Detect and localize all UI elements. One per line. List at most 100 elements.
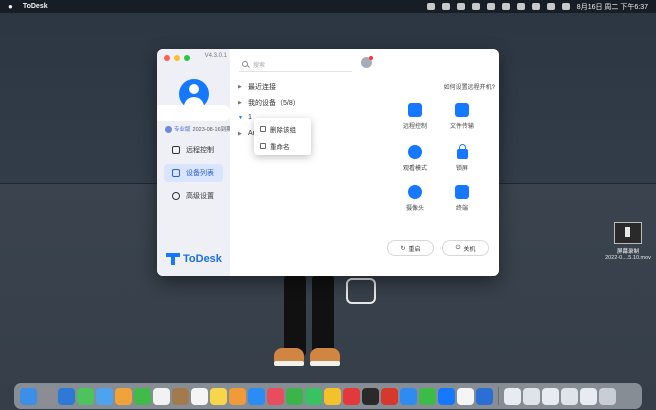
calendar-icon[interactable] [153,387,170,405]
wallpaper-leg [312,276,334,356]
membership-info: 专业版 2023-08-16到期 [165,125,232,133]
facetime-icon[interactable] [134,387,151,405]
camera-icon [408,185,422,199]
notification-icon[interactable] [361,56,373,68]
wechat-icon[interactable] [441,3,450,10]
remote-control-icon [408,103,422,117]
app-store-icon[interactable] [248,387,265,405]
restart-label: 重启 [408,246,421,253]
recent-doc-icon[interactable] [504,387,521,405]
menu-bar: ● ToDesk 8月16日 周二 下午6:37 [0,0,656,13]
menu-bar-status: 8月16日 周二 下午6:37 [426,0,648,13]
recent-doc-icon[interactable] [542,387,559,405]
apple-menu-icon[interactable]: ● [8,2,13,11]
wallpaper-sole [274,361,304,366]
chevron-down-icon: ▼ [238,114,243,121]
trash-icon[interactable] [599,387,616,405]
restart-button[interactable]: ↻ 重启 [387,240,434,256]
todesk-dock-icon[interactable] [438,387,455,405]
camera-app-icon[interactable] [362,387,379,405]
minimize-window-button[interactable] [174,55,180,61]
menu-app-name[interactable]: ToDesk [23,3,48,10]
nav-advanced-settings[interactable]: 高级设置 [164,187,223,205]
lock-icon [456,144,468,159]
member-tag: 专业版 [174,127,191,133]
context-label: 删除该组 [270,127,296,134]
iqiyi-icon[interactable] [305,387,322,405]
notes-icon[interactable] [210,387,227,405]
tree-label: 最近连接 [248,84,276,91]
recent-doc-icon[interactable] [580,387,597,405]
tool-label: 文件传输 [449,124,474,130]
file-transfer-icon [455,103,469,117]
todo-icon[interactable] [457,387,474,405]
context-label: 重命名 [270,144,290,151]
reminders-icon[interactable] [191,387,208,405]
contacts-icon[interactable] [172,387,189,405]
recent-doc-icon[interactable] [561,387,578,405]
maximize-window-button[interactable] [184,55,190,61]
logo-text: ToDesk [183,253,222,265]
tree-item-my-devices[interactable]: ▶ 我的设备（5/8） [238,98,300,108]
control-center-icon[interactable] [546,3,555,10]
finder-icon[interactable] [20,387,37,405]
memo-icon[interactable] [324,387,341,405]
app-version: V4.3.0.1 [204,53,227,59]
tree-item-group-1[interactable]: ▼ 1 [238,114,252,121]
remote-boot-help-link[interactable]: 如何设置远程开机? [444,82,495,91]
wechat-dock-icon[interactable] [419,387,436,405]
sidebar: V4.3.0.1 专业版 2023-08-16到期 远程控制 设备列表 高级设置 [157,49,232,276]
trash-icon [260,126,266,132]
netease-music-icon[interactable] [343,387,360,405]
shutdown-button[interactable]: ⏻ 关机 [442,240,489,256]
recent-doc-icon[interactable] [523,387,540,405]
photos-icon[interactable] [115,387,132,405]
desktop-file-screen-recording[interactable]: 屏幕录制 2022-0....5.10.mov [600,222,656,261]
spotlight-icon[interactable] [531,3,540,10]
docs-icon[interactable] [486,3,495,10]
menu-clock[interactable]: 8月16日 周二 下午6:37 [577,2,648,12]
chevron-right-icon: ▶ [238,100,242,106]
search-icon [242,61,248,67]
tool-lock-screen[interactable]: 锁屏 [442,144,482,172]
file-date: 2022-0....5.10.mov [605,255,651,261]
tool-remote-control[interactable]: 远程控制 [395,103,435,130]
mail-icon[interactable] [96,387,113,405]
video-file-icon [614,222,642,244]
tool-file-transfer[interactable]: 文件传输 [442,103,482,130]
nav-device-list[interactable]: 设备列表 [164,164,223,182]
browser-icon[interactable] [476,387,493,405]
chat-icon[interactable] [456,3,465,10]
close-window-button[interactable] [164,55,170,61]
search-input[interactable]: 搜索 [239,57,352,72]
record-icon[interactable] [426,3,435,10]
tool-view-mode[interactable]: 观看模式 [395,145,435,172]
launchpad-icon[interactable] [39,387,56,405]
siri-icon[interactable] [561,3,570,10]
video-app-icon[interactable] [286,387,303,405]
wallpaper-leg [284,276,306,356]
wallpaper-handle [346,278,376,304]
messages-icon[interactable] [77,387,94,405]
input-method-icon[interactable] [501,3,510,10]
tool-label: 终端 [455,206,468,212]
tree-label: 我的设备（5/8） [248,100,300,107]
tool-terminal[interactable]: 终端 [442,185,482,212]
tool-camera[interactable]: 摄像头 [395,185,435,212]
tree-item-recent[interactable]: ▶ 最近连接 [238,82,276,92]
wps-icon[interactable] [381,387,398,405]
nav-remote-control[interactable]: 远程控制 [164,141,223,159]
music-icon[interactable] [267,387,284,405]
context-delete-group[interactable]: 删除该组 [260,124,296,134]
settings-icon [172,192,180,200]
sync-icon[interactable] [471,3,480,10]
qq-icon[interactable] [400,387,417,405]
power-icon: ⏻ [455,244,461,251]
safari-icon[interactable] [58,387,75,405]
terminal-icon [455,185,469,199]
context-rename[interactable]: 重命名 [260,141,290,151]
pages-icon[interactable] [229,387,246,405]
notification-badge [369,56,373,60]
shutdown-label: 关机 [463,246,476,253]
wifi-icon[interactable] [516,3,525,10]
